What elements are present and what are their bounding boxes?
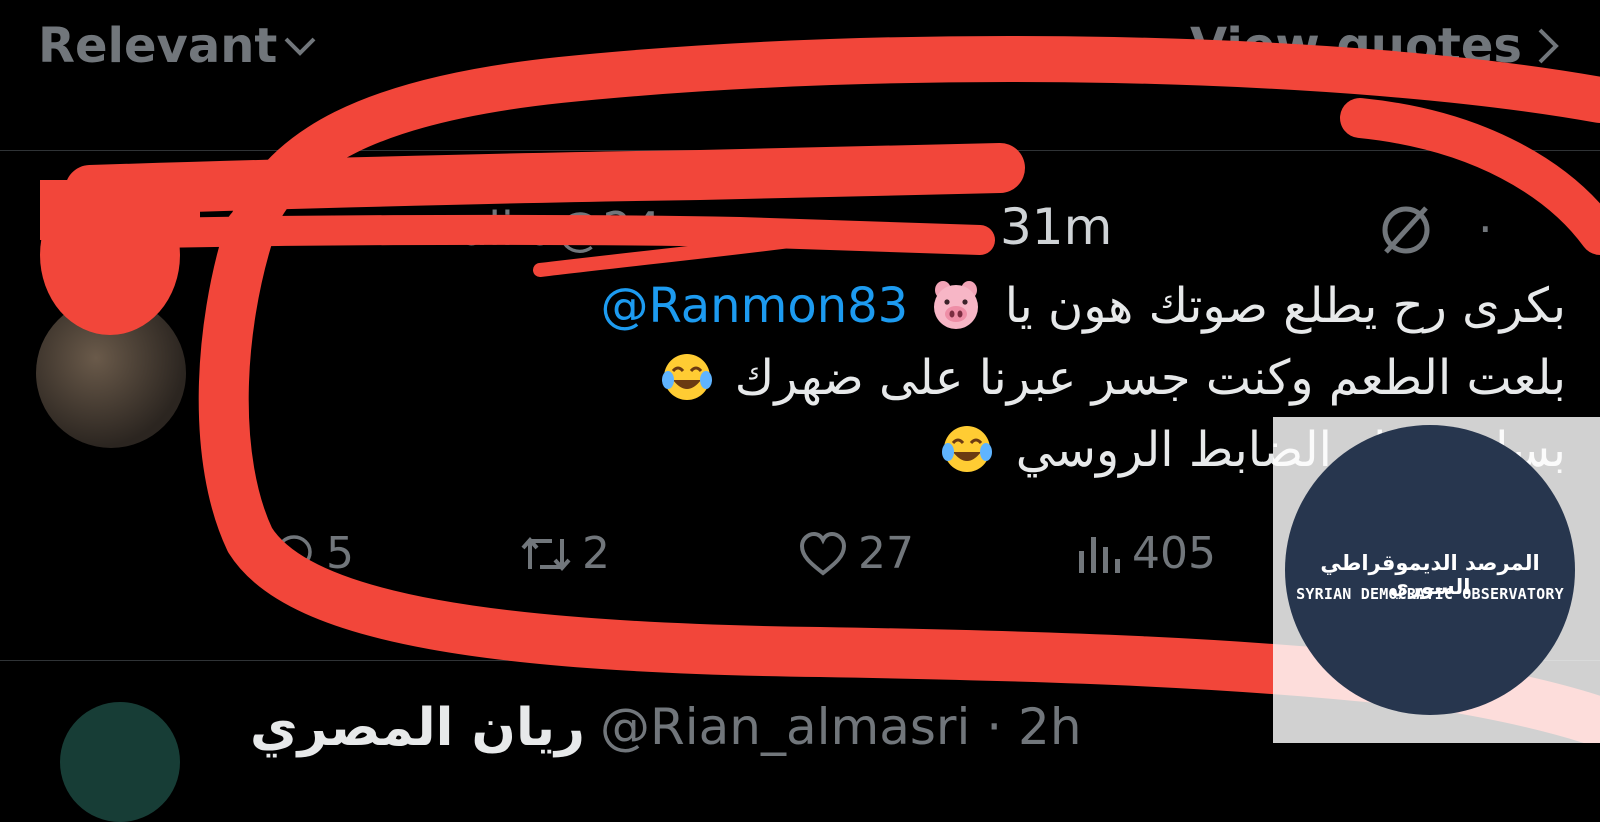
mention-link[interactable]: @Ranmon83 <box>600 278 908 334</box>
view-quotes-label: View quotes <box>1190 18 1522 74</box>
like-button[interactable]: 27 <box>798 528 914 579</box>
reply-count: 5 <box>326 528 354 579</box>
repost-count: 2 <box>582 528 610 579</box>
tweet-time[interactable]: 31m <box>1000 198 1112 256</box>
watermark-logo: المرصد الديموقراطي السوري SYRIAN DEMOCRA… <box>1273 417 1600 743</box>
next-author-name[interactable]: ريان المصري <box>250 698 585 758</box>
tweet-line-1-text: بكرى رح يطلع صوتك هون يا <box>1004 278 1566 334</box>
reply-sort-bar: Relevant View quotes <box>0 0 1600 151</box>
chevron-down-icon <box>284 37 316 56</box>
like-icon <box>799 531 847 576</box>
more-icon[interactable]: · <box>1478 202 1493 256</box>
sort-label: Relevant <box>38 18 278 74</box>
chevron-right-icon <box>1538 28 1559 64</box>
repost-button[interactable]: 2 <box>520 528 610 579</box>
tweet-line-2-text: بلعت الطعم وكنت جسر عبرنا على ضهرك <box>734 350 1566 406</box>
views-icon <box>1079 536 1120 573</box>
avatar[interactable] <box>36 298 186 448</box>
author-row: ali a@24 <box>460 202 661 256</box>
reply-icon <box>276 534 312 577</box>
sort-dropdown[interactable]: Relevant <box>38 18 317 74</box>
author-name[interactable]: ali a@24 <box>460 202 661 256</box>
tweet-line-2: بلعت الطعم وكنت جسر عبرنا على ضهرك <box>446 342 1566 414</box>
avatar[interactable] <box>60 702 180 822</box>
next-author-handle[interactable]: @Rian_almasri · 2h <box>600 698 1082 756</box>
like-count: 27 <box>858 528 914 579</box>
watermark-circle: المرصد الديموقراطي السوري SYRIAN DEMOCRA… <box>1285 425 1575 715</box>
view-quotes-link[interactable]: View quotes <box>1190 18 1560 74</box>
laughing-tears-emoji <box>942 426 993 472</box>
tweet-line-1: بكرى رح يطلع صوتك هون يا @Ranmon83 <box>446 270 1566 342</box>
repost-icon <box>521 536 571 571</box>
laughing-tears-emoji <box>661 354 712 400</box>
watermark-english: SYRIAN DEMOCRATIC OBSERVATORY <box>1296 585 1564 603</box>
reply-button[interactable]: 5 <box>270 528 354 579</box>
tweet-actions: 5 2 27 405 <box>270 528 1320 598</box>
grok-icon[interactable] <box>1378 202 1434 258</box>
views-button[interactable]: 405 <box>1076 528 1216 579</box>
pig-face-emoji <box>934 281 979 329</box>
views-count: 405 <box>1132 528 1216 579</box>
